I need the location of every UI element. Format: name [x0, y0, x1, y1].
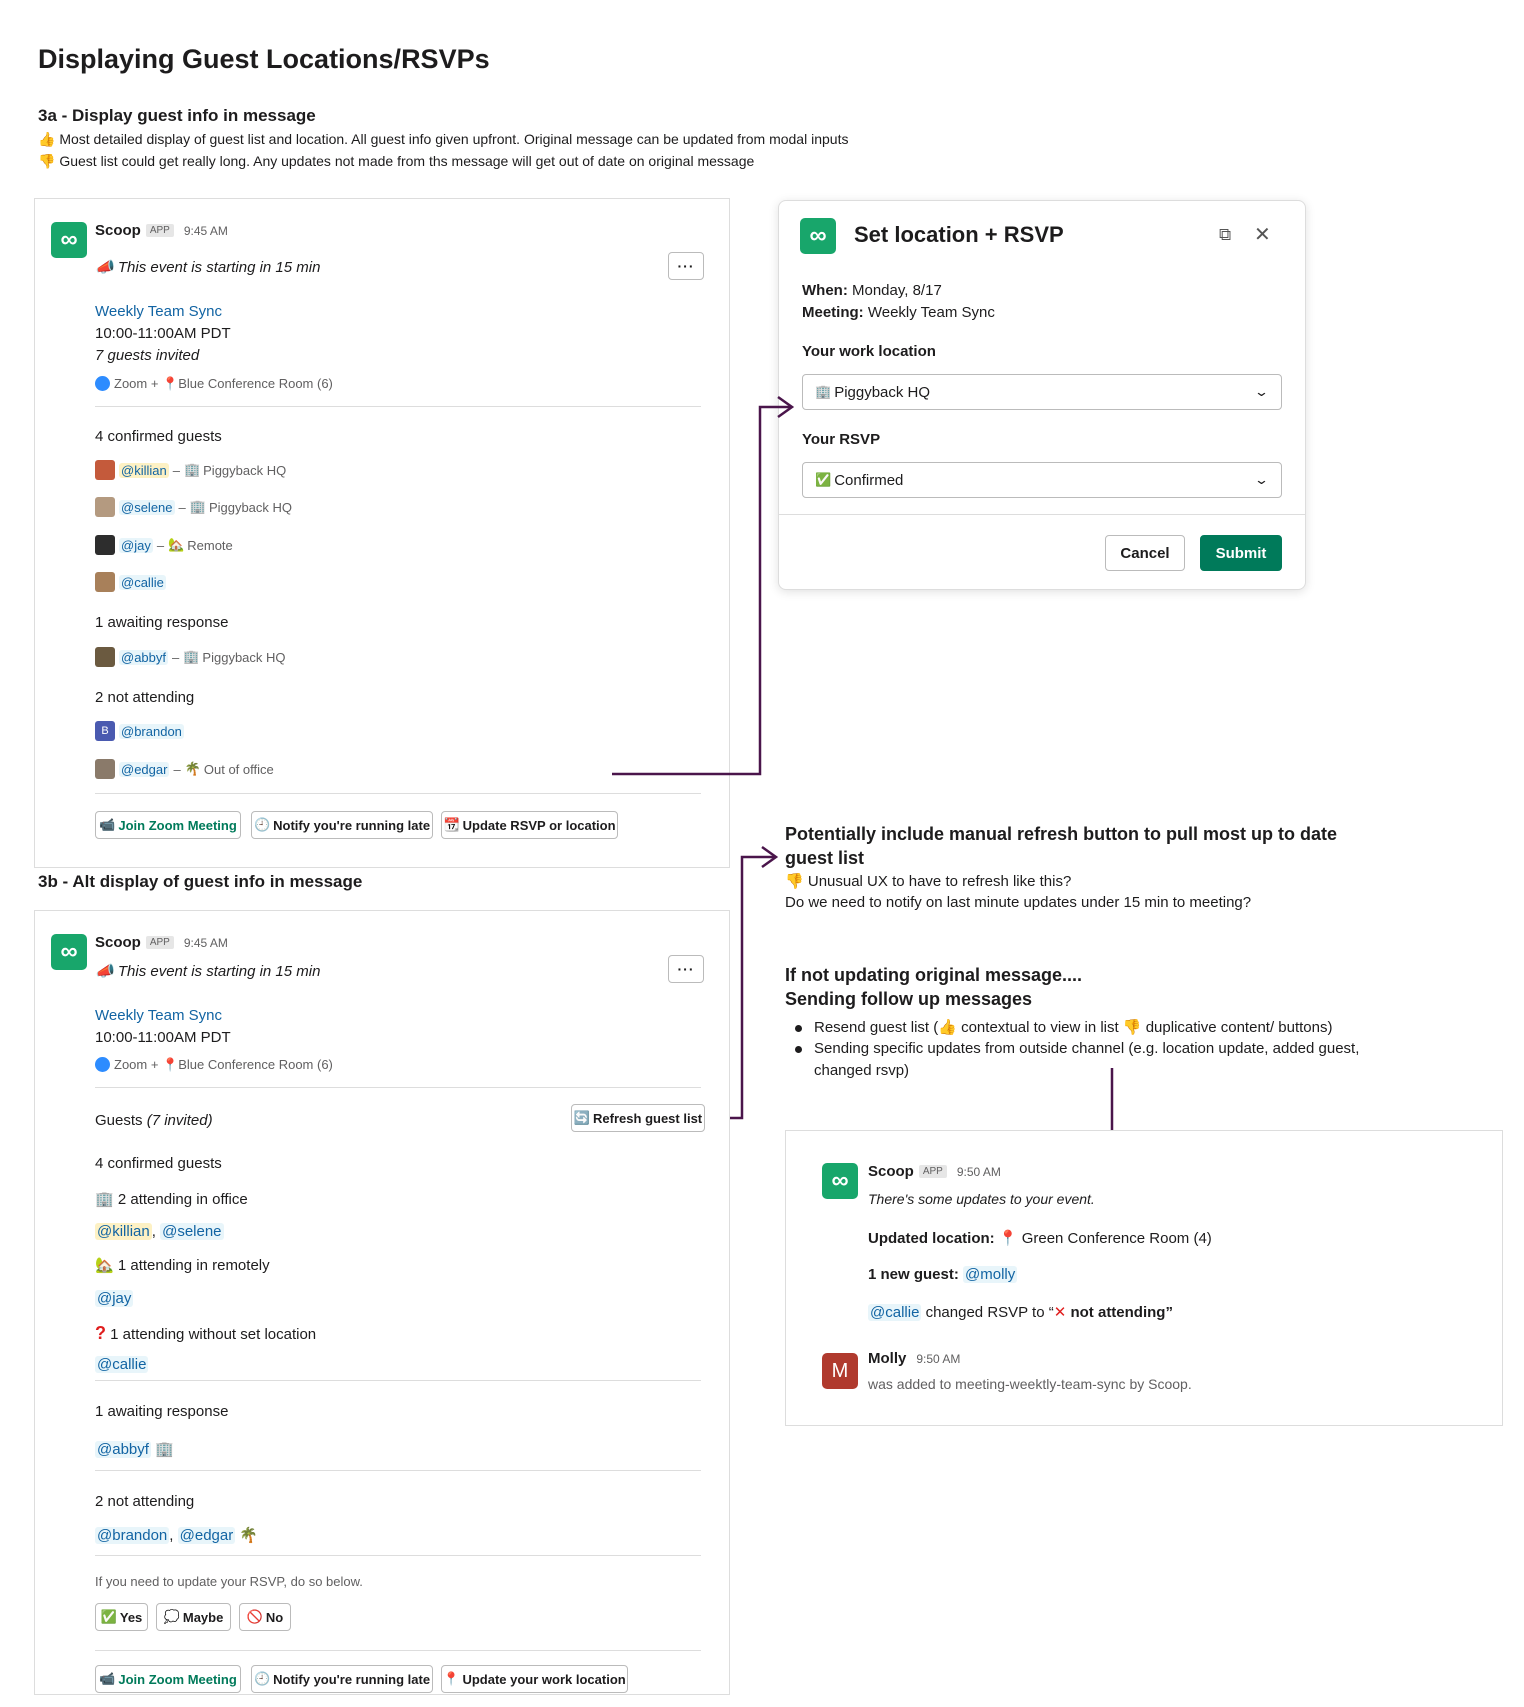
message-time[interactable]: 9:45 AM: [184, 936, 228, 950]
house-icon: 🏡: [95, 1257, 114, 1274]
avatar[interactable]: M: [822, 1353, 858, 1389]
divider: [95, 1470, 701, 1471]
guest-mention[interactable]: @jay: [95, 1290, 134, 1307]
sender-name[interactable]: Scoop: [95, 934, 141, 951]
followup-note-title1: If not updating original message....: [785, 965, 1083, 985]
updated-location: Updated location: 📍 Green Conference Roo…: [868, 1230, 1212, 1247]
event-time: 10:00-11:00AM PDT: [95, 1029, 231, 1046]
palm-tree-icon: 🌴: [239, 1527, 259, 1544]
arrow-to-modal: [612, 405, 790, 776]
question-mark-icon: ?: [95, 1323, 106, 1343]
new-guest: 1 new guest: @molly: [868, 1266, 1018, 1283]
awaiting-guests: @abbyf 🏢: [95, 1440, 174, 1458]
rsvp-maybe-button[interactable]: 💭 Maybe: [156, 1603, 231, 1631]
check-mark-icon: ✅: [100, 1609, 117, 1624]
confirmed-header: 4 confirmed guests: [95, 1155, 222, 1172]
not-attending-guests: @brandon, @edgar 🌴: [95, 1527, 259, 1544]
megaphone-icon: 📣: [95, 963, 114, 980]
office-guests: @killian, @selene: [95, 1223, 224, 1240]
message-time[interactable]: 9:50 AM: [916, 1352, 960, 1366]
notify-late-button[interactable]: 🕘 Notify you're running late: [251, 1665, 433, 1693]
rsvp-change: @callie changed RSVP to “✕ not attending…: [868, 1304, 1173, 1321]
office-icon: 🏢: [95, 1191, 114, 1208]
sender-name[interactable]: Scoop: [868, 1163, 914, 1180]
rsvp-no-button[interactable]: 🚫 No: [239, 1603, 291, 1631]
intro-line: 📣 This event is starting in 15 min: [95, 963, 321, 980]
pin-icon: 📍: [443, 1671, 460, 1686]
noloc-guests: @callie: [95, 1356, 149, 1373]
divider: [95, 1650, 701, 1651]
office-icon: 🏢: [155, 1441, 174, 1458]
refresh-note-line1: 👎 Unusual UX to have to refresh like thi…: [785, 873, 1072, 890]
clock-icon: 🕘: [253, 1671, 271, 1686]
office-header: 🏢 2 attending in office: [95, 1191, 248, 1208]
thumbs-up-icon: 👍: [938, 1019, 957, 1036]
followup-bullet-2-cont: changed rsvp): [814, 1062, 910, 1079]
followup-bullet-2: Sending specific updates from outside ch…: [795, 1040, 1359, 1057]
guest-mention[interactable]: @killian: [95, 1223, 152, 1240]
no-entry-icon: 🚫: [246, 1609, 263, 1624]
divider: [95, 1087, 701, 1088]
bullet-icon: [795, 1024, 802, 1032]
divider: [95, 1555, 701, 1556]
molly-header: Molly 9:50 AM: [868, 1350, 960, 1368]
guest-mention[interactable]: @abbyf: [95, 1441, 151, 1458]
thumbs-down-icon: 👎: [785, 873, 804, 890]
refresh-note-title: Potentially include manual refresh butto…: [785, 824, 1338, 868]
guest-mention[interactable]: @brandon: [95, 1527, 170, 1544]
rsvp-yes-button[interactable]: ✅ Yes: [95, 1603, 148, 1631]
guest-mention[interactable]: @selene: [160, 1223, 224, 1240]
message-header: Scoop APP 9:45 AM: [95, 934, 228, 952]
video-camera-icon: 📹: [99, 1671, 116, 1686]
refresh-note-line2: Do we need to notify on last minute upda…: [785, 894, 1252, 911]
awaiting-header: 1 awaiting response: [95, 1403, 229, 1420]
refresh-icon: 🔄: [573, 1110, 591, 1125]
bullet-icon: [795, 1045, 802, 1053]
remote-guests: @jay: [95, 1290, 134, 1307]
scoop-logo-icon: ∞: [822, 1163, 858, 1199]
section-3b-title: 3b - Alt display of guest info in messag…: [38, 872, 363, 891]
refresh-guest-list-button[interactable]: 🔄 Refresh guest list: [571, 1104, 705, 1132]
not-attending-header: 2 not attending: [95, 1493, 195, 1510]
noloc-header: ? 1 attending without set location: [95, 1323, 317, 1343]
zoom-icon: [95, 1057, 110, 1072]
meeting-location-line: Zoom + 📍Blue Conference Room (6): [95, 1057, 333, 1073]
thought-bubble-icon: 💭: [163, 1609, 180, 1624]
event-title-link[interactable]: Weekly Team Sync: [95, 1007, 222, 1024]
divider: [95, 1380, 701, 1381]
followup-note-title2: Sending follow up messages: [785, 989, 1033, 1009]
cross-mark-icon: ✕: [1053, 1304, 1067, 1321]
more-actions-button[interactable]: ···: [668, 955, 704, 983]
guest-mention[interactable]: @edgar: [177, 1527, 236, 1544]
message-header: Scoop APP 9:50 AM: [868, 1163, 1001, 1181]
app-badge: APP: [918, 1165, 947, 1178]
app-badge: APP: [145, 936, 174, 949]
update-location-button[interactable]: 📍 Update your work location: [441, 1665, 628, 1693]
sender-name[interactable]: Molly: [868, 1350, 906, 1367]
message-time[interactable]: 9:50 AM: [957, 1165, 1001, 1179]
guest-mention[interactable]: @molly: [963, 1266, 1018, 1283]
thumbs-down-icon: 👎: [1122, 1019, 1142, 1036]
guest-mention[interactable]: @callie: [95, 1356, 149, 1373]
pin-icon: 📍: [162, 1057, 179, 1072]
pin-icon: 📍: [998, 1230, 1018, 1247]
guest-mention[interactable]: @callie: [868, 1304, 922, 1321]
join-zoom-button[interactable]: 📹 Join Zoom Meeting: [95, 1665, 241, 1693]
molly-system-text: was added to meeting-weektly-team-sync b…: [868, 1376, 1192, 1392]
remote-header: 🏡 1 attending in remotely: [95, 1257, 270, 1274]
rsvp-prompt: If you need to update your RSVP, do so b…: [95, 1574, 363, 1589]
scoop-logo-icon: ∞: [51, 934, 87, 970]
followup-bullet-1: Resend guest list (👍 contextual to view …: [795, 1018, 1333, 1036]
followup-intro: There's some updates to your event.: [868, 1191, 1095, 1207]
guests-heading: Guests (7 invited): [95, 1112, 213, 1129]
